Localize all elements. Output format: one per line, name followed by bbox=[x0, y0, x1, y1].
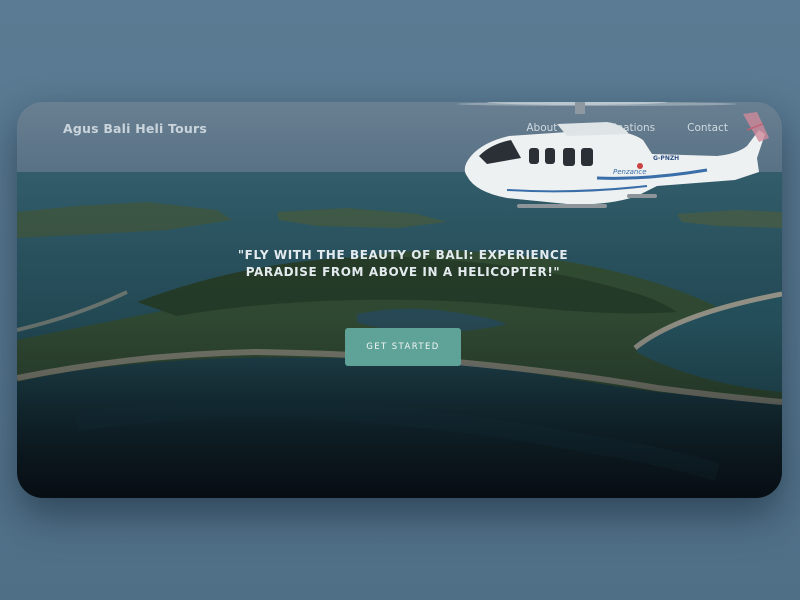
helicopter-image: Penzance G-PNZH bbox=[457, 102, 769, 208]
hero-headline: "FLY WITH THE BEAUTY OF BALI: EXPERIENCE… bbox=[237, 248, 569, 279]
livery-text: Penzance bbox=[613, 168, 647, 176]
page-background: Agus Bali Heli Tours About Destinations … bbox=[0, 0, 800, 600]
site-brand[interactable]: Agus Bali Heli Tours bbox=[63, 121, 207, 136]
get-started-button[interactable]: GET STARTED bbox=[345, 328, 461, 366]
hero-card: Agus Bali Heli Tours About Destinations … bbox=[17, 102, 782, 498]
registration-text: G-PNZH bbox=[653, 155, 679, 162]
